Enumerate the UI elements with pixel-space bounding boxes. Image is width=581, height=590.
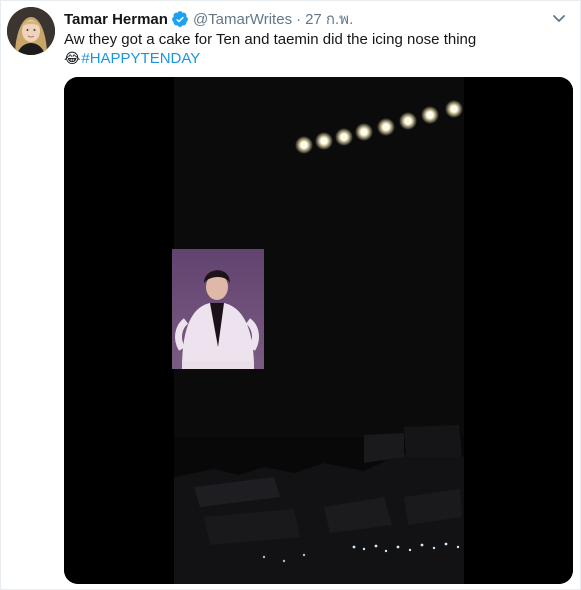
tweet-header: Tamar Herman @TamarWrites · 27 ก.พ. [64,9,353,29]
avatar[interactable] [7,7,55,55]
tweet-card[interactable]: Tamar Herman @TamarWrites · 27 ก.พ. Aw t… [0,0,581,590]
tweet-timestamp[interactable]: 27 ก.พ. [305,7,353,31]
hashtag-link[interactable]: #HAPPYTENDAY [81,50,200,67]
chevron-down-icon[interactable] [550,9,568,27]
separator-dot: · [296,10,302,28]
stage-screen [172,249,264,369]
avatar-image [7,7,55,55]
author-handle[interactable]: @TamarWrites [193,11,292,28]
tears-of-joy-emoji: 😂 [64,50,81,66]
tweet-text: Aw they got a cake for Ten and taemin di… [64,30,564,68]
tweet-body: Aw they got a cake for Ten and taemin di… [64,31,477,48]
video-player[interactable] [64,77,573,584]
verified-badge-icon [171,10,189,28]
author-name[interactable]: Tamar Herman [64,11,168,28]
video-frame [64,77,573,584]
